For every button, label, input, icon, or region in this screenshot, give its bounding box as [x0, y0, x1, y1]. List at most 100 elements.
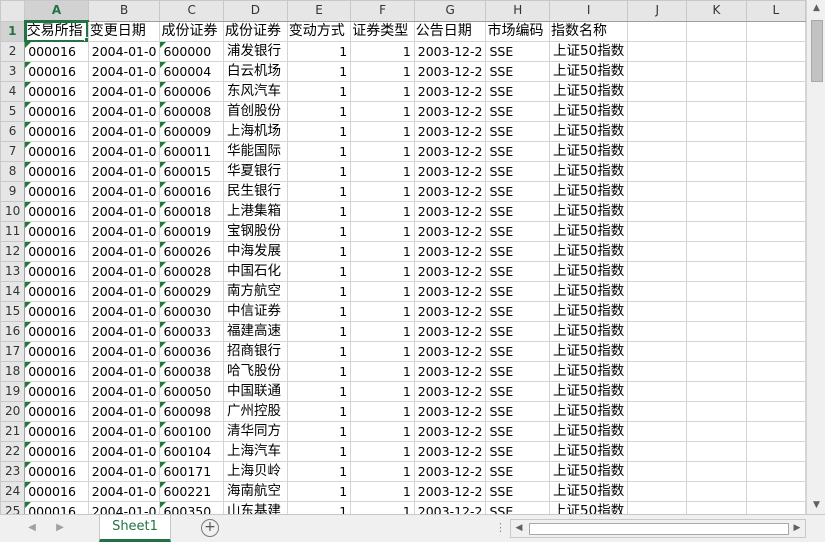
row-header[interactable]: 22 — [0, 441, 26, 462]
cell[interactable]: 2004-01-0 — [87, 301, 161, 322]
cell[interactable] — [686, 281, 747, 302]
row-header[interactable]: 13 — [0, 261, 26, 282]
cell-table[interactable]: A B C D E F G H I J K L 1 交易所指 变更日期 成份证券 成份证券 变动方式 证券类型 公告日… — [0, 0, 806, 514]
cell[interactable]: 2004-01-0 — [87, 261, 161, 282]
cell[interactable]: 市场编码 — [485, 20, 551, 42]
cell[interactable]: 公告日期 — [413, 20, 487, 42]
cell[interactable]: 2003-12-2 — [413, 401, 487, 422]
cell[interactable]: 1 — [286, 181, 352, 202]
cell[interactable]: 1 — [350, 361, 415, 382]
cell[interactable]: 1 — [286, 61, 352, 82]
scroll-up-icon[interactable]: ▲ — [807, 0, 825, 17]
cell[interactable]: 600015 — [159, 161, 224, 182]
cell[interactable]: 2004-01-0 — [87, 161, 161, 182]
cell[interactable]: 上证50指数 — [549, 261, 629, 282]
cell[interactable]: 600038 — [159, 361, 224, 382]
cell[interactable]: 2003-12-2 — [413, 281, 487, 302]
cell[interactable]: 000016 — [24, 281, 89, 302]
row-header[interactable]: 23 — [0, 461, 26, 482]
cell[interactable]: 1 — [350, 101, 415, 122]
cell[interactable] — [745, 181, 806, 202]
cell[interactable]: 1 — [350, 221, 415, 242]
cell[interactable]: 指数名称 — [549, 20, 629, 42]
cell[interactable] — [627, 241, 688, 262]
cell[interactable]: 2004-01-0 — [87, 321, 161, 342]
row-header[interactable]: 8 — [0, 161, 26, 182]
cell[interactable]: 上证50指数 — [549, 161, 629, 182]
cell[interactable]: 2003-12-2 — [413, 381, 487, 402]
cell[interactable]: 1 — [350, 461, 415, 482]
cell[interactable] — [745, 20, 806, 42]
sheet-tab-sheet1[interactable]: Sheet1 — [99, 515, 171, 542]
cell[interactable] — [686, 401, 747, 422]
cell[interactable]: 上证50指数 — [549, 181, 629, 202]
vertical-scroll-thumb[interactable] — [811, 20, 823, 82]
cell[interactable]: 2003-12-2 — [413, 421, 487, 442]
cell[interactable]: 600000 — [159, 41, 224, 62]
cell[interactable]: 1 — [350, 61, 415, 82]
cell[interactable]: 1 — [350, 501, 415, 514]
cell[interactable]: 1 — [350, 401, 415, 422]
cell[interactable]: 宝钢股份 — [223, 221, 288, 242]
cell[interactable] — [686, 481, 747, 502]
next-sheet-icon[interactable]: ▶ — [52, 520, 68, 536]
cell[interactable]: SSE — [485, 361, 551, 382]
cell[interactable] — [745, 161, 806, 182]
cell[interactable]: 2003-12-2 — [413, 321, 487, 342]
cell[interactable]: 1 — [286, 381, 352, 402]
cell[interactable] — [627, 121, 688, 142]
cell[interactable]: 1 — [286, 301, 352, 322]
cell[interactable]: 000016 — [24, 441, 89, 462]
cell[interactable] — [745, 261, 806, 282]
cell[interactable]: 2003-12-2 — [413, 141, 487, 162]
cell[interactable]: 1 — [286, 461, 352, 482]
cell[interactable]: 1 — [350, 321, 415, 342]
cell[interactable] — [627, 461, 688, 482]
cell[interactable]: SSE — [485, 221, 551, 242]
cell[interactable]: 上证50指数 — [549, 321, 629, 342]
cell[interactable]: 2004-01-0 — [87, 481, 161, 502]
cell[interactable] — [686, 161, 747, 182]
row-header[interactable]: 9 — [0, 181, 26, 202]
cell[interactable]: 600016 — [159, 181, 224, 202]
cell[interactable]: 上证50指数 — [549, 401, 629, 422]
cell[interactable]: 1 — [286, 201, 352, 222]
cell[interactable]: 上证50指数 — [549, 201, 629, 222]
row-header[interactable]: 12 — [0, 241, 26, 262]
cell[interactable]: 000016 — [24, 41, 89, 62]
cell[interactable]: 000016 — [24, 501, 89, 514]
cell[interactable]: SSE — [485, 481, 551, 502]
cell[interactable]: 首创股份 — [223, 101, 288, 122]
column-header-E[interactable]: E — [286, 0, 352, 22]
cell[interactable]: 1 — [286, 161, 352, 182]
cell[interactable]: 广州控股 — [223, 401, 288, 422]
cell[interactable]: 海南航空 — [223, 481, 288, 502]
cell[interactable]: 上证50指数 — [549, 381, 629, 402]
row-header[interactable]: 4 — [0, 81, 26, 102]
cell[interactable]: 1 — [350, 381, 415, 402]
cell[interactable] — [627, 141, 688, 162]
cell[interactable]: 2004-01-0 — [87, 501, 161, 514]
row-header[interactable]: 17 — [0, 341, 26, 362]
cell[interactable]: 上证50指数 — [549, 461, 629, 482]
cell[interactable]: 600018 — [159, 201, 224, 222]
cell[interactable]: 2003-12-2 — [413, 81, 487, 102]
row-header[interactable]: 1 — [0, 20, 26, 42]
cell[interactable]: 600036 — [159, 341, 224, 362]
cell[interactable]: 000016 — [24, 221, 89, 242]
cell[interactable]: SSE — [485, 261, 551, 282]
cell[interactable] — [745, 61, 806, 82]
column-header-G[interactable]: G — [413, 0, 487, 22]
cell[interactable]: 000016 — [24, 341, 89, 362]
cell[interactable]: 东风汽车 — [223, 81, 288, 102]
select-all-button[interactable] — [0, 0, 26, 22]
cell[interactable]: 1 — [286, 141, 352, 162]
scroll-right-icon[interactable]: ▶ — [789, 520, 805, 537]
cell[interactable]: SSE — [485, 341, 551, 362]
cell[interactable]: 招商银行 — [223, 341, 288, 362]
cell[interactable]: 600050 — [159, 381, 224, 402]
cell[interactable]: 上证50指数 — [549, 281, 629, 302]
cell[interactable]: 000016 — [24, 61, 89, 82]
cell[interactable] — [627, 281, 688, 302]
cell[interactable]: 清华同方 — [223, 421, 288, 442]
